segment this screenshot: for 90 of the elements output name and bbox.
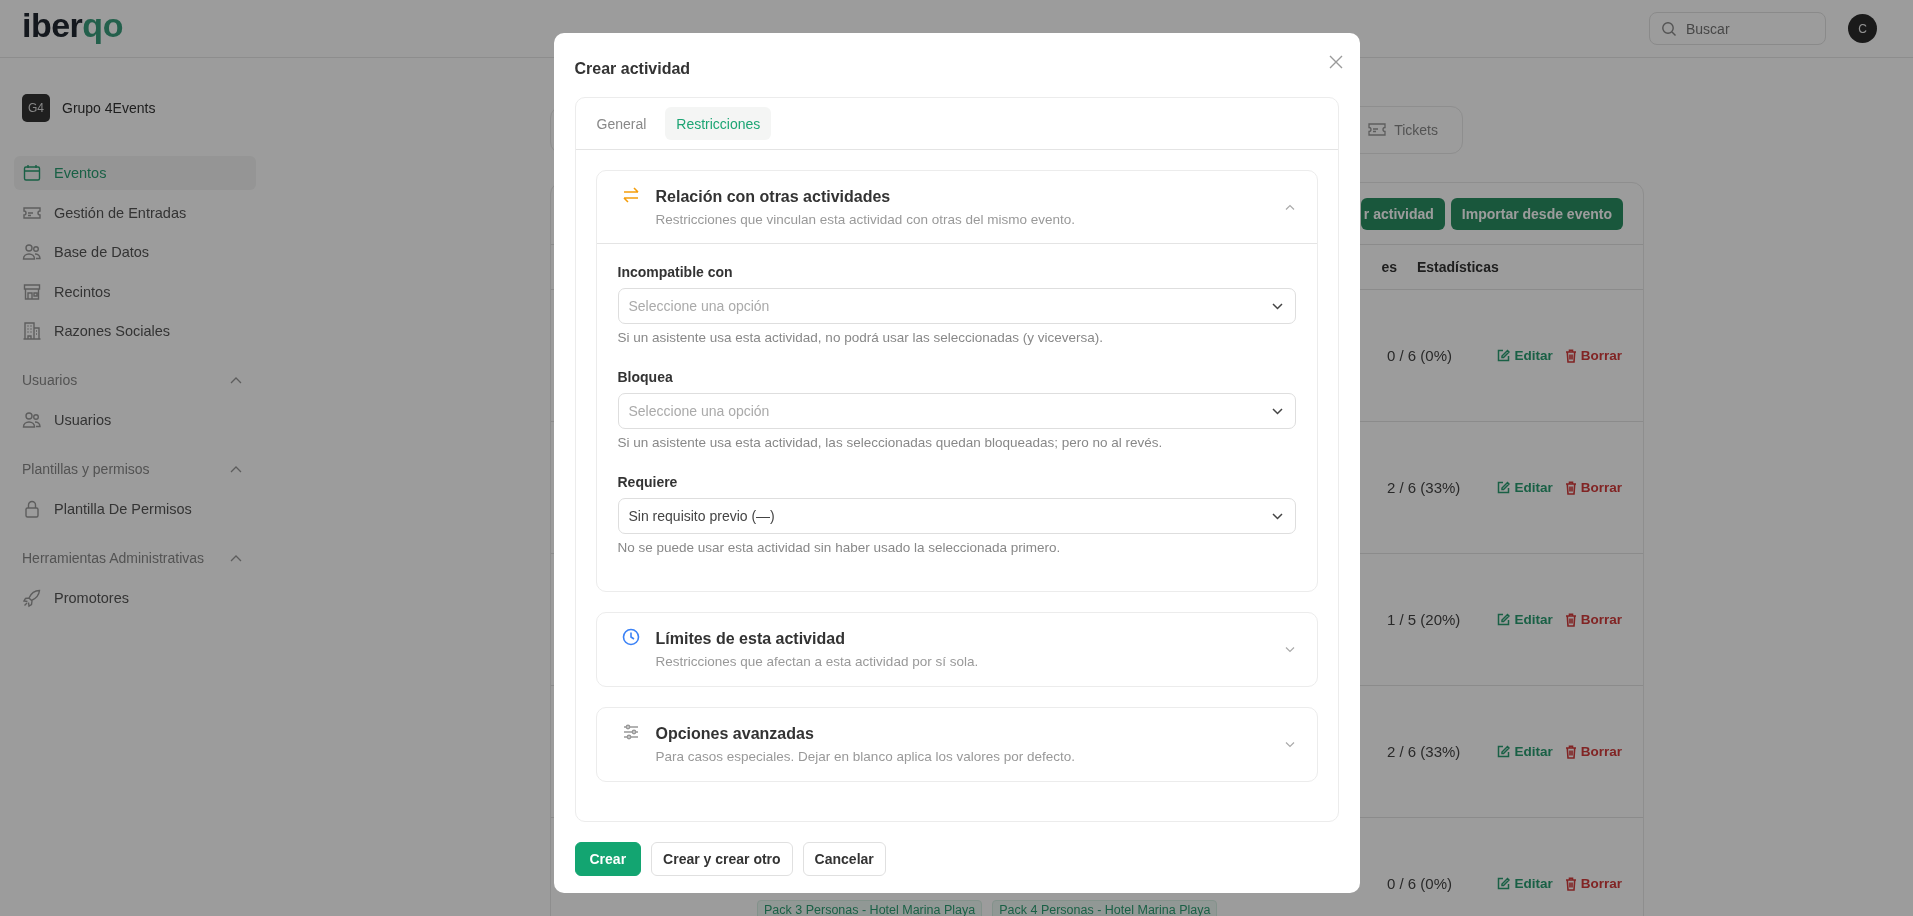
users-icon [22,242,42,262]
users-icon [22,410,42,430]
secondary-button[interactable]: Cancelar [802,842,886,876]
chevron-icon [1271,302,1283,310]
field-label: Incompatible con [617,264,734,280]
sidebar-item[interactable]: Promotores [14,581,256,615]
sidebar-item[interactable]: Plantilla De Permisos [14,492,256,526]
logo: iberqo [22,6,123,45]
org-name[interactable]: Grupo 4Events [62,100,156,116]
section-title: Herramientas Administrativas [22,550,205,566]
section-title: Plantillas y permisos [22,461,150,477]
delete-link[interactable]: Borrar [1564,876,1622,891]
table-cell-text: 0 / 6 (0%) [1387,347,1454,364]
sidebar-item[interactable]: Recintos [14,274,256,309]
dialog-title: Crear actividad [574,60,691,78]
edit-link[interactable]: Editar [1497,876,1553,891]
edit-icon [1497,613,1511,626]
table-cell-text: 0 / 6 (0%) [1387,875,1454,892]
tab[interactable]: Restricciones [665,107,772,140]
chevron-icon[interactable] [230,554,242,562]
select-field[interactable]: Sin requisito previo (—) [617,498,1296,534]
table-cell-text: 1 / 5 (20%) [1387,611,1462,628]
rocket-icon [22,588,42,608]
close-icon[interactable] [1328,55,1343,69]
column-header: Estadísticas [1417,259,1500,275]
tag: Pack 4 Personas - Hotel Marina Playa [992,899,1218,916]
section-subtitle: Para casos especiales. Dejar en blanco aplica los valores por defecto. [655,749,1076,764]
sidebar-item[interactable]: Usuarios [14,403,256,437]
chevron-icon[interactable] [1284,204,1295,210]
chevron-icon[interactable] [230,376,242,384]
edit-icon [1497,481,1511,494]
edit-icon [1497,745,1511,758]
edit-link[interactable]: Editar [1497,612,1553,627]
section-subtitle: Restricciones que vinculan esta actividad con otras del mismo evento. [655,211,1076,227]
sidebar-item[interactable]: Gestión de Entradas [14,195,256,230]
chevron-icon[interactable] [230,465,242,473]
avatar[interactable]: C [1848,14,1877,43]
select-field[interactable]: Seleccione una opción [617,288,1296,324]
sidebar-item[interactable]: Base de Datos [14,235,256,269]
trash-icon [1564,876,1577,891]
section-title: Opciones avanzadas [655,725,815,743]
swap-arrows-icon [620,185,641,205]
field-label: Requiere [617,474,679,490]
table-cell-text: 2 / 6 (33%) [1387,479,1462,496]
chevron-icon [1271,512,1283,520]
sidebar-item[interactable]: Razones Sociales [14,314,256,348]
field-label: Bloquea [617,369,674,385]
delete-link[interactable]: Borrar [1564,348,1622,363]
edit-icon [1497,349,1511,362]
chevron-icon[interactable] [1284,741,1295,748]
help-text: No se puede usar esta actividad sin haber usado la seleccionada primero. [617,540,1062,555]
toolbar-button[interactable]: Importar desde evento [1450,197,1623,230]
primary-button[interactable]: Crear [574,842,642,876]
building-icon [22,321,42,341]
chevron-icon [1271,407,1283,415]
select-field[interactable]: Seleccione una opción [617,393,1296,429]
delete-link[interactable]: Borrar [1564,612,1622,627]
clock-icon [620,627,641,647]
ticket-icon [1368,123,1387,137]
edit-icon [1497,877,1511,890]
section-title: Usuarios [22,372,78,388]
toolbar-button[interactable]: r actividad [1360,197,1445,230]
edit-link[interactable]: Editar [1497,348,1553,363]
column-header: es [1381,259,1397,275]
store-icon [22,281,42,302]
chevron-icon[interactable] [1284,646,1295,653]
tag: Pack 3 Personas - Hotel Marina Playa [757,899,983,916]
section-subtitle: Restricciones que afectan a esta actividad por sí sola. [655,654,980,669]
trash-icon [1564,612,1577,627]
section-title: Límites de esta actividad [655,630,846,648]
sidebar-item[interactable]: Eventos [14,156,256,190]
org-badge: G4 [22,94,50,122]
search-field[interactable]: Buscar [1649,12,1826,45]
secondary-button[interactable]: Crear y crear otro [651,842,793,876]
trash-icon [1564,480,1577,495]
search-icon [1661,20,1677,37]
section-title: Relación con otras actividades [655,187,892,206]
trash-icon [1564,348,1577,363]
tab[interactable]: General [585,107,658,140]
help-text: Si un asistente usa esta actividad, no podrá usar las seleccionadas (y viceversa). [617,330,1104,345]
table-cell-text: 2 / 6 (33%) [1387,743,1462,760]
delete-link[interactable]: Borrar [1564,744,1622,759]
lock-icon [22,499,42,519]
edit-link[interactable]: Editar [1497,480,1553,495]
help-text: Si un asistente usa esta actividad, las seleccionadas quedan bloqueadas; pero no al revés. [617,435,1164,450]
trash-icon [1564,744,1577,759]
delete-link[interactable]: Borrar [1564,480,1622,495]
edit-link[interactable]: Editar [1497,744,1553,759]
calendar-icon [22,163,42,183]
tab[interactable]: Tickets [1368,122,1438,138]
